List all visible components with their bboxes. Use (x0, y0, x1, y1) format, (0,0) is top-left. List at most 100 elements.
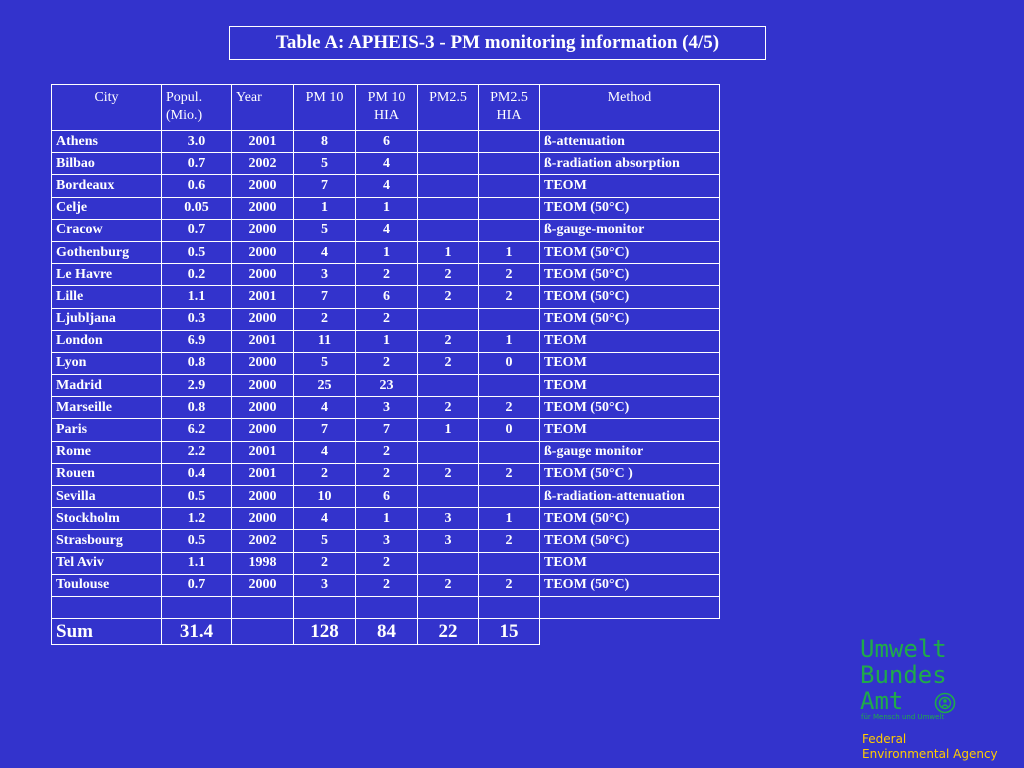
cell-city: Rome (51, 440, 162, 464)
cell-city: Cracow (51, 218, 162, 242)
cell-pm10-hia: 1 (355, 240, 418, 265)
cell-pm10-hia: 2 (355, 351, 418, 376)
cell-city (51, 595, 162, 620)
cell-pm10-hia: 2 (355, 573, 418, 597)
column-header-population: Popul. (Mio.) (161, 84, 232, 131)
cell-year: 2000 (231, 351, 294, 376)
cell-year: 2002 (231, 152, 294, 176)
cell-year: 2000 (231, 507, 294, 531)
cell-city: Stockholm (51, 507, 162, 531)
column-header-pm25: PM2.5 (417, 84, 479, 131)
cell-method: ß-radiation-attenuation (539, 484, 720, 509)
table-row: Lyon 0.8 2000 5 2 2 0 TEOM (51, 351, 720, 376)
cell-pm25-hia: 2 (478, 263, 540, 287)
cell-year: 2000 (231, 240, 294, 265)
cell-pm10-hia: 23 (355, 374, 418, 398)
cell-pm10-hia: 4 (355, 174, 418, 198)
cell-method: ß-attenuation (539, 129, 720, 154)
cell-population: 0.6 (161, 174, 232, 198)
cell-city: Ljubljana (51, 307, 162, 331)
cell-method: TEOM (50°C) (539, 196, 720, 220)
cell-method: TEOM (539, 418, 720, 442)
table-row: Rouen 0.4 2001 2 2 2 2 TEOM (50°C ) (51, 462, 720, 487)
cell-pm10: 3 (293, 263, 356, 287)
cell-pm25 (417, 196, 479, 220)
cell-pm10: 2 (293, 551, 356, 575)
cell-population: 0.7 (161, 573, 232, 597)
sum-label: Sum (51, 618, 162, 646)
cell-pm10-hia: 7 (355, 418, 418, 442)
cell-population: 6.9 (161, 329, 232, 353)
cell-pm25-hia (478, 595, 540, 620)
cell-method: TEOM (50°C ) (539, 462, 720, 487)
cell-pm25-hia (478, 218, 540, 242)
cell-population: 0.5 (161, 484, 232, 509)
cell-year: 2000 (231, 196, 294, 220)
cell-pm25 (417, 174, 479, 198)
cell-method: TEOM (539, 374, 720, 398)
cell-population: 0.2 (161, 263, 232, 287)
sum-pm10-hia: 84 (355, 618, 418, 646)
sum-row: Sum 31.4 128 84 22 15 (51, 618, 720, 646)
column-header-pm25-hia: PM2.5 HIA (478, 84, 540, 131)
logo-line-2: Bundes (860, 661, 947, 689)
cell-pm25-hia (478, 174, 540, 198)
cell-pm25: 2 (417, 285, 479, 309)
cell-year: 2000 (231, 484, 294, 509)
cell-pm10: 11 (293, 329, 356, 353)
cell-city: Bilbao (51, 152, 162, 176)
cell-year: 2000 (231, 174, 294, 198)
cell-pm25 (417, 551, 479, 575)
cell-population: 0.05 (161, 196, 232, 220)
cell-pm10: 2 (293, 462, 356, 487)
cell-pm25: 2 (417, 573, 479, 597)
cell-method: TEOM (50°C) (539, 507, 720, 531)
cell-city: Toulouse (51, 573, 162, 597)
cell-pm25: 1 (417, 240, 479, 265)
table-row (51, 595, 720, 620)
cell-year: 2001 (231, 462, 294, 487)
cell-population (161, 595, 232, 620)
cell-method: TEOM (50°C) (539, 263, 720, 287)
cell-pm10-hia: 1 (355, 196, 418, 220)
table-row: Ljubljana 0.3 2000 2 2 TEOM (50°C) (51, 307, 720, 331)
cell-population: 1.1 (161, 551, 232, 575)
slide-title: Table A: APHEIS-3 - PM monitoring inform… (275, 32, 720, 53)
cell-pm25-hia: 1 (478, 507, 540, 531)
cell-city: Paris (51, 418, 162, 442)
cell-pm10: 10 (293, 484, 356, 509)
cell-pm10-hia: 3 (355, 529, 418, 553)
cell-population: 3.0 (161, 129, 232, 154)
cell-population: 0.4 (161, 462, 232, 487)
agency-name: Federal Environmental Agency (862, 732, 998, 762)
cell-city: Madrid (51, 374, 162, 398)
cell-pm25: 2 (417, 462, 479, 487)
table-row: Strasbourg 0.5 2002 5 3 3 2 TEOM (50°C) (51, 529, 720, 553)
cell-pm25-hia: 2 (478, 285, 540, 309)
table-row: London 6.9 2001 11 1 2 1 TEOM (51, 329, 720, 353)
cell-method: TEOM (539, 351, 720, 376)
table-row: Lille 1.1 2001 7 6 2 2 TEOM (50°C) (51, 285, 720, 309)
cell-pm25: 2 (417, 329, 479, 353)
cell-pm10: 5 (293, 351, 356, 376)
cell-pm25 (417, 129, 479, 154)
cell-pm25: 1 (417, 418, 479, 442)
cell-year: 2001 (231, 285, 294, 309)
cell-pm10: 5 (293, 152, 356, 176)
cell-pm25-hia (478, 551, 540, 575)
sum-population: 31.4 (161, 618, 232, 646)
cell-year (231, 595, 294, 620)
cell-pm10: 7 (293, 174, 356, 198)
cell-pm10: 8 (293, 129, 356, 154)
cell-pm10-hia: 4 (355, 152, 418, 176)
cell-city: Bordeaux (51, 174, 162, 198)
cell-city: Le Havre (51, 263, 162, 287)
cell-pm10-hia: 3 (355, 396, 418, 420)
cell-city: Gothenburg (51, 240, 162, 265)
cell-city: Sevilla (51, 484, 162, 509)
cell-city: Strasbourg (51, 529, 162, 553)
cell-year: 2002 (231, 529, 294, 553)
cell-city: Lyon (51, 351, 162, 376)
cell-population: 0.5 (161, 240, 232, 265)
cell-pm10: 1 (293, 196, 356, 220)
